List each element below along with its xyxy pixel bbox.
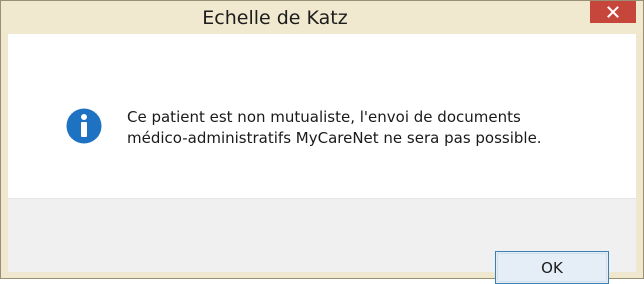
message-line-2: médico-administratifs MyCareNet ne sera … [127, 129, 542, 147]
button-bar: OK [8, 198, 636, 284]
message-line-1: Ce patient est non mutualiste, l'envoi d… [127, 108, 521, 126]
message-dialog: Echelle de Katz Ce patient est non mutua… [0, 0, 644, 284]
info-icon [66, 108, 102, 144]
ok-button[interactable]: OK [495, 251, 609, 284]
close-icon [607, 6, 619, 18]
close-button[interactable] [590, 1, 636, 23]
message-text: Ce patient est non mutualiste, l'envoi d… [127, 107, 627, 149]
title-bar[interactable]: Echelle de Katz [1, 1, 643, 33]
focus-border [497, 253, 607, 282]
dialog-body: Ce patient est non mutualiste, l'envoi d… [8, 34, 636, 284]
dialog-title: Echelle de Katz [202, 7, 348, 29]
message-area: Ce patient est non mutualiste, l'envoi d… [8, 34, 636, 198]
